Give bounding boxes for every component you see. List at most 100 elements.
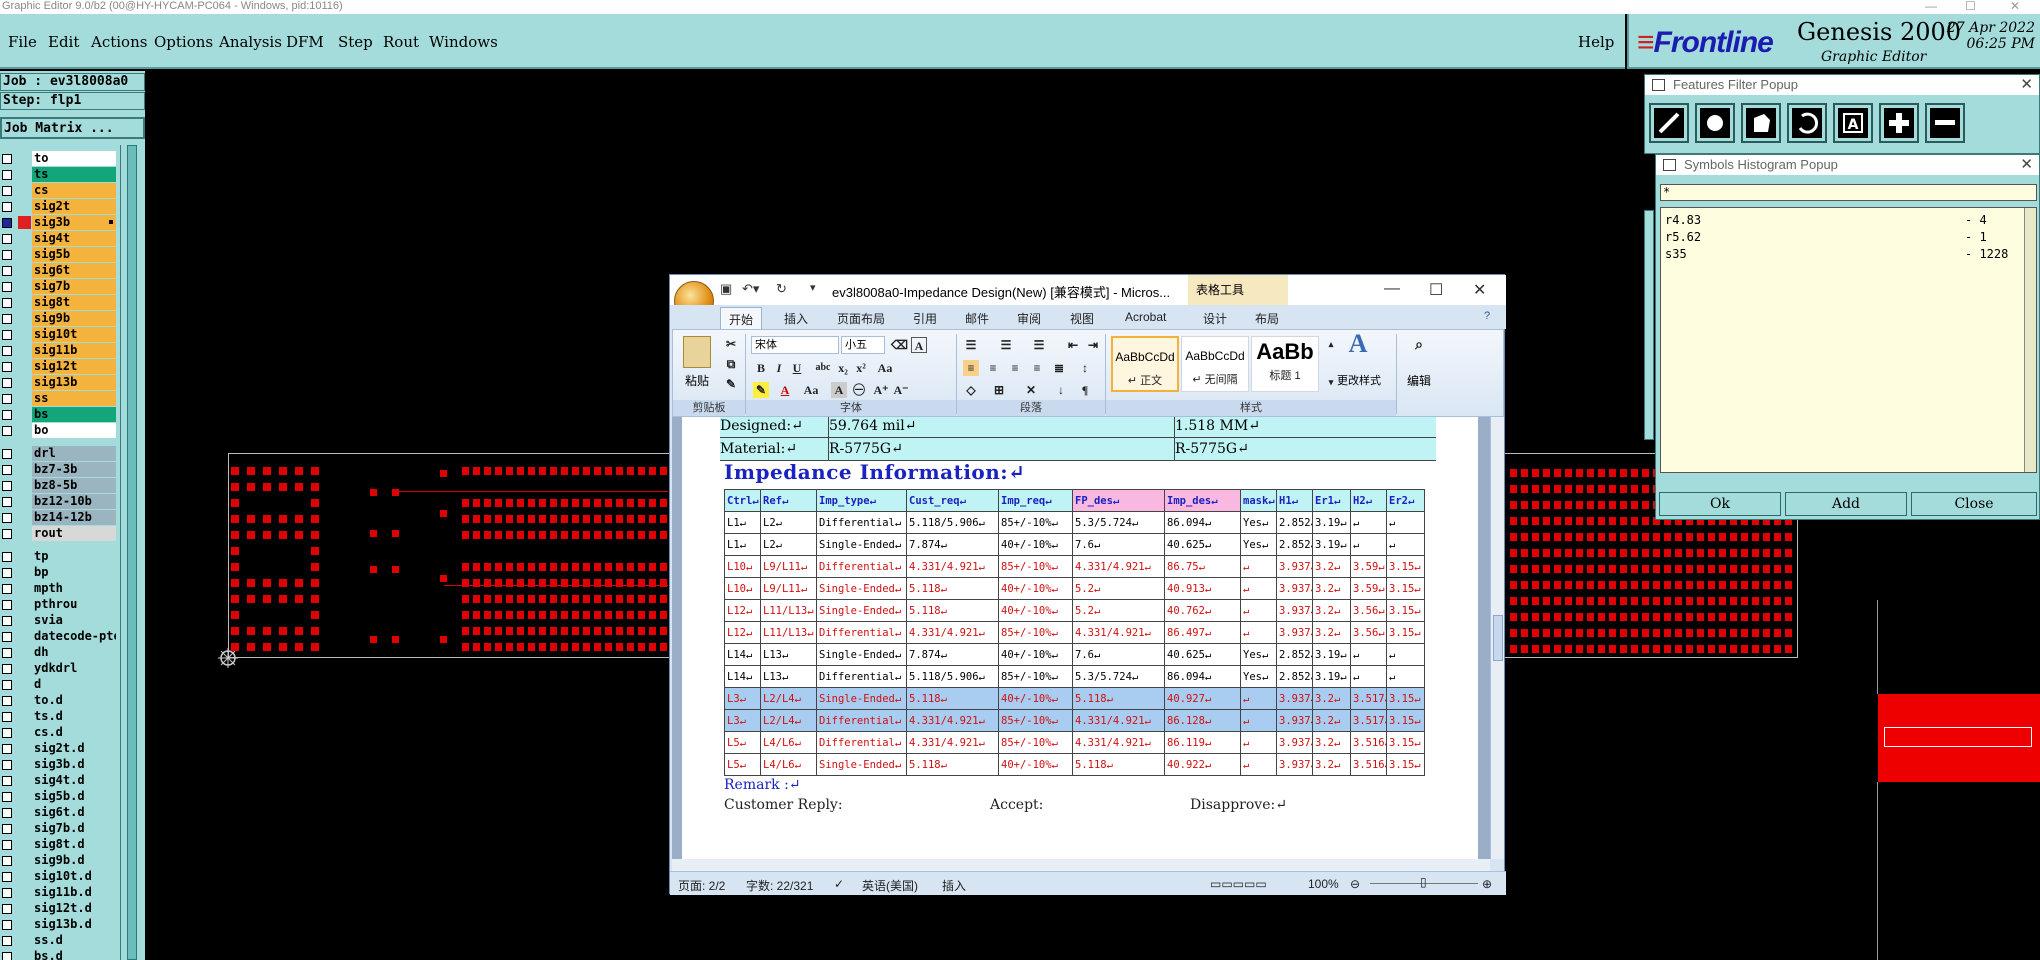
table-cell[interactable]: Differential↵: [816, 709, 907, 732]
zoom-level[interactable]: 100%: [1308, 877, 1339, 891]
table-cell[interactable]: ↵: [1240, 577, 1277, 600]
layer-checkbox[interactable]: [2, 648, 12, 658]
layer-name[interactable]: dh: [32, 645, 116, 660]
table-cell[interactable]: L13↵: [760, 665, 817, 688]
layer-swatch[interactable]: [18, 424, 31, 437]
layer-checkbox[interactable]: [2, 426, 12, 436]
layer-name[interactable]: rout: [32, 526, 116, 541]
status-check-icon[interactable]: ✓: [834, 877, 844, 891]
table-cell[interactable]: 40.625↵: [1164, 643, 1241, 666]
clear-format-icon[interactable]: ⌫: [891, 337, 908, 353]
table-cell[interactable]: 85+/-10%↵: [998, 665, 1073, 688]
tab-insert[interactable]: 插入: [784, 310, 808, 327]
table-cell[interactable]: 40.922↵: [1164, 753, 1241, 776]
distribute-icon[interactable]: ≣: [1051, 360, 1067, 376]
table-cell[interactable]: L9/L11↵: [760, 577, 817, 600]
table-cell[interactable]: 85+/-10%↵: [998, 555, 1073, 578]
table-cell[interactable]: 5.118↵: [906, 753, 999, 776]
menu-windows[interactable]: Windows: [429, 33, 498, 51]
layer-swatch[interactable]: [18, 152, 31, 165]
table-cell[interactable]: 3.15↵: [1386, 731, 1425, 754]
table-cell[interactable]: Differential↵: [816, 621, 907, 644]
table-cell[interactable]: 86.75↵: [1164, 555, 1241, 578]
strikethrough-icon[interactable]: abc: [815, 360, 831, 376]
styles-scroll-icon[interactable]: ▴: [1323, 336, 1339, 352]
table-cell[interactable]: ↵: [1240, 753, 1277, 776]
symbol-filter-input[interactable]: *: [1660, 184, 2037, 201]
layer-swatch[interactable]: [18, 495, 31, 508]
layer-swatch[interactable]: [18, 646, 31, 659]
table-row[interactable]: L1↵ L2↵ Single-Ended↵ 7.874↵ 40+/-10%↵ 7.6↵ 40…: [724, 533, 1425, 556]
layer-swatch[interactable]: [18, 838, 31, 851]
status-mode[interactable]: 插入: [942, 877, 966, 894]
minus-tool-button[interactable]: [1925, 103, 1965, 143]
table-cell[interactable]: L1↵: [724, 533, 761, 556]
undo-icon[interactable]: ↶▾: [742, 281, 759, 297]
table-row[interactable]: L1↵ L2↵ Differential↵ 5.118/5.906↵ 85+/-10%↵…: [724, 511, 1425, 534]
table-cell[interactable]: ↵: [1240, 599, 1277, 622]
table-cell[interactable]: L1↵: [724, 511, 761, 534]
layer-swatch[interactable]: [18, 950, 31, 960]
align-left-icon[interactable]: ≡: [963, 360, 979, 376]
table-cell[interactable]: 3.937↵: [1276, 753, 1313, 776]
layer-checkbox[interactable]: [2, 394, 12, 404]
bold-icon[interactable]: B: [753, 360, 769, 376]
layer-name[interactable]: sig9b: [32, 311, 116, 326]
table-cell[interactable]: 86.128↵: [1164, 709, 1241, 732]
table-cell[interactable]: L13↵: [760, 643, 817, 666]
table-cell[interactable]: 85+/-10%↵: [998, 511, 1073, 534]
status-page[interactable]: 页面: 2/2: [678, 877, 725, 894]
shrink-font-icon[interactable]: A⁻: [893, 382, 909, 398]
layer-row[interactable]: bz8-5b: [0, 478, 118, 493]
job-matrix-button[interactable]: Job Matrix ...: [0, 117, 145, 139]
table-cell[interactable]: 40+/-10%↵: [998, 599, 1073, 622]
layer-name[interactable]: sig6t: [32, 263, 116, 278]
char-shading-icon[interactable]: A: [831, 382, 847, 398]
layer-row[interactable]: sig6t: [0, 263, 118, 278]
table-cell[interactable]: 3.2↵: [1312, 687, 1351, 710]
save-icon[interactable]: ▣: [720, 281, 732, 297]
table-cell[interactable]: 3.19↵: [1312, 665, 1351, 688]
close-icon[interactable]: ✕: [2020, 155, 2033, 175]
layer-swatch[interactable]: [18, 392, 31, 405]
table-cell[interactable]: 3.937↵: [1276, 555, 1313, 578]
shading-icon[interactable]: ◇: [963, 382, 979, 398]
table-cell[interactable]: 5.118↵: [1072, 753, 1165, 776]
table-cell[interactable]: 85+/-10%↵: [998, 731, 1073, 754]
enclose-char-icon[interactable]: ㊀: [851, 382, 867, 398]
layer-checkbox[interactable]: [2, 920, 12, 930]
paste-label[interactable]: 粘贴: [685, 372, 709, 389]
layer-row[interactable]: sig3b.d: [0, 757, 118, 772]
layer-checkbox[interactable]: [2, 330, 12, 340]
tab-layout[interactable]: 布局: [1255, 310, 1279, 327]
status-words[interactable]: 字数: 22/321: [746, 877, 813, 894]
layer-swatch[interactable]: [18, 408, 31, 421]
menu-options[interactable]: Options: [154, 33, 213, 51]
change-case-icon[interactable]: Aa: [877, 360, 893, 376]
layer-swatch[interactable]: [18, 790, 31, 803]
table-cell[interactable]: 5.118/5.906↵: [906, 665, 999, 688]
table-cell[interactable]: 40.625↵: [1164, 533, 1241, 556]
table-cell[interactable]: 7.874↵: [906, 643, 999, 666]
layer-row[interactable]: sig9b.d: [0, 853, 118, 868]
table-cell[interactable]: 3.2↵: [1312, 709, 1351, 732]
layer-row[interactable]: sig13b.d: [0, 917, 118, 932]
align-right-icon[interactable]: ≡: [1007, 360, 1023, 376]
table-row[interactable]: L10↵ L9/L11↵ Single-Ended↵ 5.118↵ 40+/-10%↵ 5…: [724, 577, 1425, 600]
table-cell[interactable]: Single-Ended↵: [816, 643, 907, 666]
layer-swatch[interactable]: [18, 902, 31, 915]
table-row[interactable]: L5↵ L4/L6↵ Differential↵ 4.331/4.921↵ 85+/-1…: [724, 731, 1425, 754]
layer-checkbox[interactable]: [2, 680, 12, 690]
tab-view[interactable]: 视图: [1070, 310, 1094, 327]
layer-row[interactable]: sig6t.d: [0, 805, 118, 820]
layer-swatch[interactable]: [18, 376, 31, 389]
multilevel-list-icon[interactable]: ☰: [1031, 337, 1047, 353]
layer-name[interactable]: sig5b.d: [32, 789, 116, 804]
layer-name[interactable]: bp: [32, 565, 116, 580]
table-cell[interactable]: L10↵: [724, 577, 761, 600]
tab-mailings[interactable]: 邮件: [965, 310, 989, 327]
help-icon[interactable]: ?: [1484, 310, 1490, 322]
numbering-icon[interactable]: ☰: [998, 337, 1014, 353]
table-cell[interactable]: 86.094↵: [1164, 511, 1241, 534]
layer-name[interactable]: bo: [32, 423, 116, 438]
